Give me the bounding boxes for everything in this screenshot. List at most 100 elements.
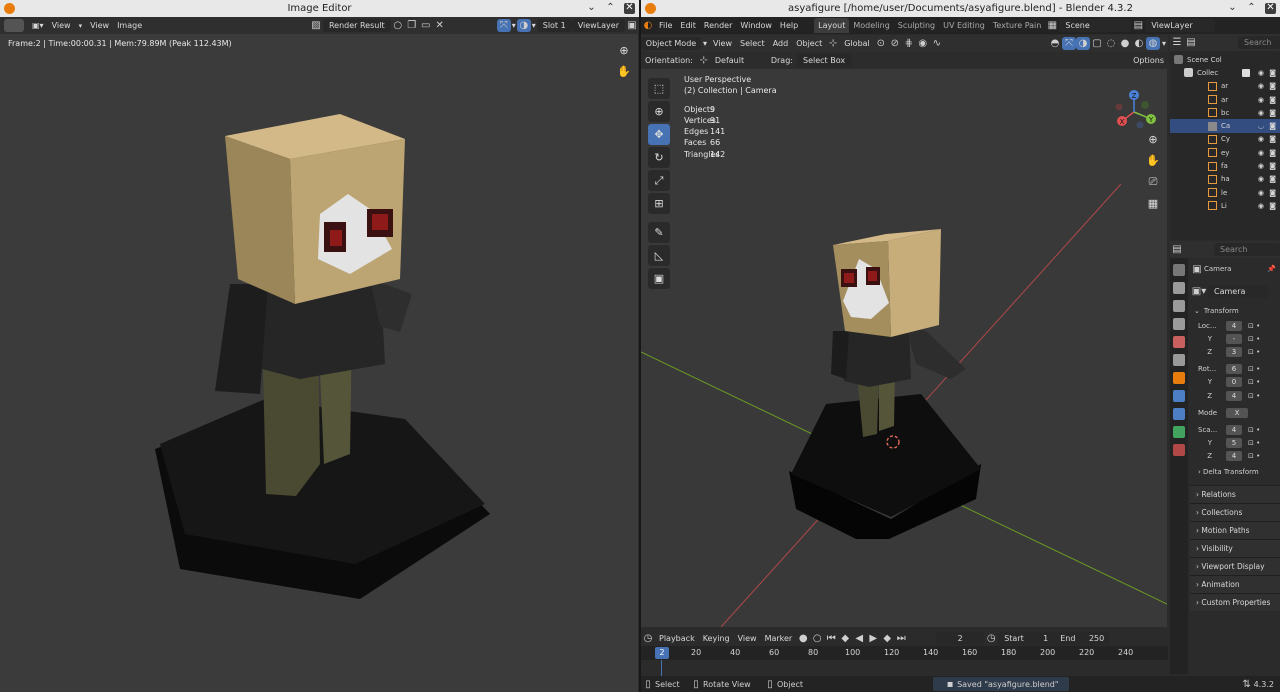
cursor-tool-icon[interactable]: ⊕ [648, 101, 670, 122]
tab-uv-editing[interactable]: UV Editing [939, 19, 989, 32]
menu-vp-select[interactable]: Select [736, 37, 769, 50]
wireframe-shading-icon[interactable]: ◌ [1104, 37, 1118, 50]
outliner-collection-row[interactable]: Collec ◉ ◙ [1170, 66, 1280, 79]
blender-menu-icon[interactable]: ◐ [641, 19, 655, 32]
panel-motion-paths[interactable]: › Motion Paths [1190, 520, 1280, 539]
next-key-icon[interactable]: ◆ [880, 632, 894, 645]
transform-panel-header[interactable]: ⌄ Transform [1190, 302, 1280, 319]
outliner-item[interactable]: fa ◉ ◙ [1170, 159, 1280, 172]
menu-view-2[interactable]: View [86, 19, 113, 32]
measure-tool-icon[interactable]: ◺ [648, 245, 670, 266]
scale-x-field[interactable]: 4 [1226, 424, 1242, 435]
menu-help[interactable]: Help [776, 19, 802, 32]
minimize-icon[interactable]: ⌄ [586, 3, 597, 14]
transform-space-icon[interactable]: ⊹ [826, 37, 840, 50]
outliner-item[interactable]: ey ◉ ◙ [1170, 146, 1280, 159]
panel-custom-properties[interactable]: › Custom Properties [1190, 592, 1280, 611]
timeline-ruler[interactable]: 2 20 40 60 80 100 120 140 160 180 200 22… [641, 646, 1168, 660]
output-tab-icon[interactable] [1173, 300, 1185, 312]
outliner-item[interactable]: bc ◉ ◙ [1170, 106, 1280, 119]
gizmo-dropdown-icon[interactable]: ▾ [511, 19, 517, 32]
menu-view-1[interactable]: View [48, 19, 75, 32]
panel-collections[interactable]: › Collections [1190, 502, 1280, 521]
options-button[interactable]: Options [1129, 54, 1168, 67]
open-image-icon[interactable]: ▭ [419, 19, 433, 32]
outliner-scene-row[interactable]: Scene Col [1170, 53, 1280, 66]
vp-zoom-icon[interactable]: ⊕ [1148, 133, 1157, 146]
outliner-editor-icon[interactable]: ☰ [1170, 36, 1184, 49]
menu-vp-view[interactable]: View [709, 37, 736, 50]
image-editor-mode-icon[interactable]: ▣▾ [28, 19, 48, 32]
menu-keying[interactable]: Keying [699, 632, 734, 645]
timeline-editor-icon[interactable]: ◷ [641, 632, 655, 645]
rotation-mode-dropdown[interactable]: X [1226, 407, 1248, 418]
close-icon[interactable]: ✕ [624, 3, 635, 14]
eye-icon[interactable]: ◉ [1258, 69, 1264, 77]
panel-animation[interactable]: › Animation [1190, 574, 1280, 593]
panel-viewport-display[interactable]: › Viewport Display [1190, 556, 1280, 575]
snap-icon[interactable]: ⊘ [888, 37, 902, 50]
select-box-tool-icon[interactable]: ⬚ [648, 78, 670, 99]
snap-target-icon[interactable]: ⋕ [902, 37, 916, 50]
outliner-item[interactable]: Cy ◉ ◙ [1170, 133, 1280, 146]
orientation-dropdown[interactable]: Default [711, 54, 767, 67]
render-result-canvas[interactable]: Frame:2 | Time:00:00.31 | Mem:79.89M (Pe… [0, 34, 638, 692]
new-image-icon[interactable]: ❐ [405, 19, 419, 32]
solid-shading-icon[interactable]: ● [1118, 37, 1132, 50]
proportional-icon[interactable]: ◉ [916, 37, 930, 50]
rotation-x-field[interactable]: 6 [1226, 364, 1242, 375]
object-tab-icon[interactable] [1173, 372, 1185, 384]
transform-space-dropdown[interactable]: Global [840, 37, 874, 50]
outliner-search[interactable]: Search [1238, 36, 1280, 49]
menu-image[interactable]: Image [113, 19, 146, 32]
rotation-z-field[interactable]: 4 [1226, 390, 1242, 401]
annotate-tool-icon[interactable]: ✎ [648, 222, 670, 243]
preview-range-icon[interactable]: ◷ [984, 632, 998, 645]
constraints-tab-icon[interactable] [1173, 408, 1185, 420]
tab-layout[interactable]: Layout [814, 18, 850, 33]
location-y-field[interactable]: - [1226, 333, 1242, 344]
editor-type-button[interactable] [0, 19, 28, 32]
overlay-dropdown-icon[interactable]: ▾ [531, 19, 537, 32]
outliner-item-camera[interactable]: Ca ◡ ◙ [1170, 119, 1280, 133]
tool-tab-icon[interactable] [1173, 264, 1185, 276]
texture-tab-icon[interactable] [1173, 444, 1185, 456]
rendered-shading-icon[interactable]: ◍ [1145, 37, 1160, 50]
properties-editor-icon[interactable]: ▤ [1170, 243, 1184, 256]
minimize-icon-2[interactable]: ⌄ [1227, 3, 1238, 14]
outliner-item[interactable]: le ◉ ◙ [1170, 186, 1280, 199]
menu-tl-view[interactable]: View [734, 632, 761, 645]
camera-data-tab-icon[interactable] [1173, 426, 1185, 438]
start-frame-field[interactable]: Start 1 [998, 631, 1055, 645]
outliner-item[interactable]: ha ◉ ◙ [1170, 173, 1280, 186]
menu-vp-object[interactable]: Object [792, 37, 826, 50]
auto-key-icon[interactable]: ● [796, 632, 810, 645]
menu-playback[interactable]: Playback [655, 632, 699, 645]
move-tool-icon[interactable]: ✥ [648, 124, 670, 145]
scale-y-field[interactable]: 5 [1226, 438, 1242, 449]
shading-dropdown-icon[interactable]: ▾ [1160, 37, 1168, 50]
tab-sculpting[interactable]: Sculpting [894, 19, 939, 32]
tab-texture-paint[interactable]: Texture Pain [989, 19, 1046, 32]
camera-render-icon[interactable]: ◙ [1269, 69, 1276, 77]
playhead[interactable]: 2 [655, 647, 669, 659]
menu-vp-add[interactable]: Add [769, 37, 793, 50]
image-name-field[interactable]: Render Result [322, 19, 391, 32]
object-name[interactable]: Camera [1204, 265, 1231, 273]
keying-set-icon[interactable]: ○ [810, 632, 824, 645]
play-icon[interactable]: ▶ [866, 632, 880, 645]
maximize-icon-2[interactable]: ⌃ [1246, 3, 1257, 14]
material-shading-icon[interactable]: ◐ [1132, 37, 1146, 50]
jump-start-icon[interactable]: ⏮ [824, 632, 838, 645]
location-x-field[interactable]: 4 [1226, 320, 1242, 331]
image-browse-icon[interactable]: ▨ [309, 19, 323, 32]
visibility-icon[interactable]: ◓ [1048, 37, 1062, 50]
panel-visibility[interactable]: › Visibility [1190, 538, 1280, 557]
layer-dropdown[interactable]: ViewLayer [571, 19, 625, 32]
menu-file[interactable]: File [655, 19, 676, 32]
play-reverse-icon[interactable]: ◀ [852, 632, 866, 645]
falloff-icon[interactable]: ∿ [930, 37, 944, 50]
collection-checkbox[interactable] [1242, 68, 1250, 77]
transform-tool-icon[interactable]: ⊞ [648, 193, 670, 214]
maximize-icon[interactable]: ⌃ [605, 3, 616, 14]
